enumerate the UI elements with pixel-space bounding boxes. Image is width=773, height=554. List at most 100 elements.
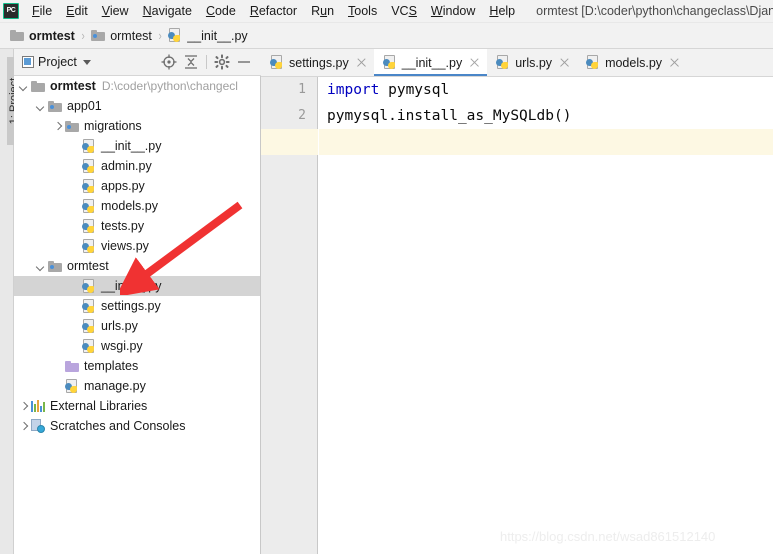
tree-row-label: __init__.py (101, 279, 162, 293)
editor-tab[interactable]: models.py (577, 49, 687, 76)
chevron-down-icon[interactable] (82, 59, 91, 65)
tree-row-label: apps.py (101, 179, 145, 193)
tree-row[interactable]: migrations (14, 116, 260, 136)
project-panel-title: Project (38, 55, 77, 69)
external-libraries-icon (31, 400, 45, 412)
tree-row-label: templates (84, 359, 139, 373)
code-content[interactable]: import pymysql pymysql.install_as_MySQLdb… (319, 77, 773, 554)
menu-item-code[interactable]: Code (199, 0, 243, 22)
tree-row-label: manage.py (84, 379, 146, 393)
settings-gear-icon[interactable] (211, 52, 233, 72)
tree-row[interactable]: ormtest (14, 256, 260, 276)
folder-icon (48, 100, 62, 112)
menu-item-tools[interactable]: Tools (341, 0, 384, 22)
editor-tab[interactable]: urls.py (487, 49, 577, 76)
chevron-down-icon[interactable] (35, 261, 46, 272)
tree-row-label: ormtest (67, 259, 109, 273)
tree-row[interactable]: urls.py (14, 316, 260, 336)
tree-row-label: ormtest (50, 79, 96, 93)
python-file-icon (82, 298, 96, 314)
tree-row-path: D:\coder\python\changecl (101, 79, 238, 93)
chevron-right-icon[interactable] (52, 121, 63, 132)
tree-row[interactable]: manage.py (14, 376, 260, 396)
menu-item-file[interactable]: File (25, 0, 59, 22)
tree-row-label: admin.py (101, 159, 152, 173)
menu-item-run[interactable]: Run (304, 0, 341, 22)
tree-row[interactable]: tests.py (14, 216, 260, 236)
menu-item-edit[interactable]: Edit (59, 0, 95, 22)
python-file-icon (82, 158, 96, 174)
menu-item-help[interactable]: Help (482, 0, 522, 22)
tree-row-label: app01 (67, 99, 102, 113)
code-line[interactable] (319, 129, 773, 155)
line-number: 1 (298, 82, 306, 97)
tree-row[interactable]: __init__.py (14, 136, 260, 156)
menu-item-vcs[interactable]: VCS (384, 0, 424, 22)
folder-icon (65, 120, 79, 132)
python-file-icon (82, 138, 96, 154)
tree-row[interactable]: app01 (14, 96, 260, 116)
tree-row-label: models.py (101, 199, 158, 213)
tree-row-label: views.py (101, 239, 149, 253)
chevron-down-icon[interactable] (18, 81, 29, 92)
menu-bar: PC File Edit View Navigate Code Refactor… (0, 0, 773, 23)
tree-row[interactable]: views.py (14, 236, 260, 256)
collapse-all-icon[interactable] (180, 52, 202, 72)
tree-row[interactable]: Scratches and Consoles (14, 416, 260, 436)
code-editor[interactable]: 123 import pymysqlpymysql.install_as_MyS… (261, 77, 773, 554)
breadcrumb-item-file[interactable]: __init__.py (168, 28, 248, 43)
tree-row[interactable]: admin.py (14, 156, 260, 176)
line-number: 2 (298, 108, 306, 123)
python-file-icon (82, 318, 96, 334)
chevron-down-icon[interactable] (35, 101, 46, 112)
menu-item-view[interactable]: View (95, 0, 136, 22)
editor-tab-label: urls.py (515, 55, 553, 70)
code-text: pymysql.install_as_MySQLdb() (327, 108, 572, 124)
code-line[interactable]: pymysql.install_as_MySQLdb() (319, 103, 773, 129)
tree-row[interactable]: External Libraries (14, 396, 260, 416)
python-file-icon (586, 55, 600, 70)
close-icon[interactable] (559, 57, 570, 68)
python-file-icon (82, 178, 96, 194)
project-panel-toolbar (158, 52, 261, 72)
code-line[interactable]: import pymysql (319, 77, 773, 103)
menu-item-window[interactable]: Window (424, 0, 482, 22)
menu-item-navigate[interactable]: Navigate (136, 0, 199, 22)
breadcrumb-label: ormtest (110, 28, 152, 43)
project-tree[interactable]: ormtest D:\coder\python\changecl app01 migr… (14, 76, 261, 554)
hide-panel-icon[interactable] (233, 52, 255, 72)
close-icon[interactable] (669, 57, 680, 68)
close-icon[interactable] (356, 57, 367, 68)
menu-item-refactor[interactable]: Refactor (243, 0, 304, 22)
tree-row[interactable]: wsgi.py (14, 336, 260, 356)
chevron-right-icon[interactable] (18, 401, 29, 412)
pycharm-window: PC File Edit View Navigate Code Refactor… (0, 0, 773, 554)
editor-tab-active[interactable]: __init__.py (373, 49, 488, 76)
locate-target-icon[interactable] (158, 52, 180, 72)
editor-tab[interactable]: settings.py (261, 49, 374, 76)
close-icon[interactable] (469, 57, 480, 68)
tree-row-label: Scratches and Consoles (50, 419, 186, 433)
chevron-right-icon[interactable] (18, 421, 29, 432)
tree-row[interactable]: ormtest D:\coder\python\changecl (14, 76, 260, 96)
templates-folder-icon (65, 360, 79, 372)
tree-row-selected[interactable]: __init__.py (14, 276, 260, 296)
python-file-icon (65, 378, 79, 394)
python-file-icon (382, 55, 397, 70)
breadcrumb-item-project[interactable]: ormtest (10, 29, 75, 43)
editor-tab-label: __init__.py (401, 55, 463, 70)
tree-row-label: tests.py (101, 219, 145, 233)
tree-row[interactable]: settings.py (14, 296, 260, 316)
tree-row[interactable]: apps.py (14, 176, 260, 196)
breadcrumb-item-package[interactable]: ormtest (91, 29, 152, 43)
tree-row[interactable]: models.py (14, 196, 260, 216)
tree-row[interactable]: templates (14, 356, 260, 376)
